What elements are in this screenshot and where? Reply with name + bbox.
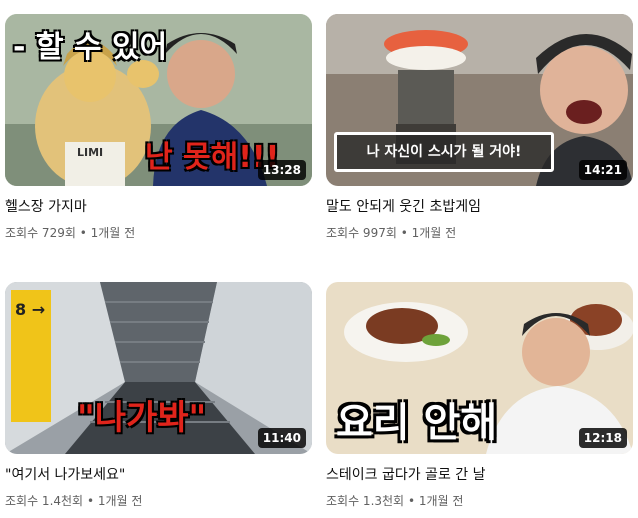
- duration-badge: 14:21: [578, 160, 627, 180]
- video-title[interactable]: 헬스장 가지마: [5, 198, 312, 217]
- caption-box: 나 자신이 스시가 될 거야!: [334, 132, 554, 172]
- video-title[interactable]: 스테이크 굽다가 골로 간 날: [326, 466, 633, 485]
- view-count: 조회수 729회: [5, 226, 76, 240]
- shirt-text: LIMI: [77, 146, 104, 159]
- upload-age: 1개월 전: [418, 494, 464, 508]
- overlay-text-top: - 할 수 있어: [13, 30, 168, 65]
- video-title[interactable]: 말도 안되게 웃긴 초밥게임: [326, 198, 633, 217]
- upload-age: 1개월 전: [97, 494, 143, 508]
- upload-age: 1개월 전: [90, 226, 136, 240]
- overlay-caption: 나 자신이 스시가 될 거야!: [366, 144, 522, 160]
- video-thumbnail[interactable]: 8 → "나가봐" 11:40: [5, 282, 312, 454]
- video-title[interactable]: "여기서 나가보세요": [5, 466, 312, 485]
- upload-age: 1개월 전: [411, 226, 457, 240]
- view-count: 조회수 997회: [326, 226, 397, 240]
- video-card[interactable]: 요리 안해 12:18 스테이크 굽다가 골로 간 날 조회수 1.3천회 • …: [326, 282, 633, 510]
- video-thumbnail[interactable]: 나 자신이 스시가 될 거야! 14:21: [326, 14, 633, 186]
- video-card[interactable]: 8 → "나가봐" 11:40 "여기서 나가보세요" 조회수 1.4천회 • …: [5, 282, 312, 510]
- meta-separator: •: [86, 494, 95, 508]
- video-meta: 조회수 1.4천회 • 1개월 전: [5, 493, 312, 510]
- video-card[interactable]: - 할 수 있어 LIMI 난 못해!!! 13:28 헬스장 가지마 조회수 …: [5, 14, 312, 242]
- sign-text: 8 →: [15, 300, 46, 319]
- video-thumbnail[interactable]: 요리 안해 12:18: [326, 282, 633, 454]
- video-meta: 조회수 1.3천회 • 1개월 전: [326, 493, 633, 510]
- duration-badge: 12:18: [578, 428, 627, 448]
- video-meta: 조회수 729회 • 1개월 전: [5, 225, 312, 242]
- meta-separator: •: [407, 494, 416, 508]
- overlay-text: 요리 안해: [336, 400, 498, 446]
- view-count: 조회수 1.3천회: [326, 494, 405, 508]
- duration-badge: 13:28: [257, 160, 306, 180]
- video-meta: 조회수 997회 • 1개월 전: [326, 225, 633, 242]
- video-thumbnail[interactable]: - 할 수 있어 LIMI 난 못해!!! 13:28: [5, 14, 312, 186]
- view-count: 조회수 1.4천회: [5, 494, 84, 508]
- overlay-text: "나가봐": [77, 398, 207, 438]
- meta-separator: •: [79, 226, 87, 240]
- video-card[interactable]: 나 자신이 스시가 될 거야! 14:21 말도 안되게 웃긴 초밥게임 조회수…: [326, 14, 633, 242]
- meta-separator: •: [400, 226, 408, 240]
- duration-badge: 11:40: [257, 428, 306, 448]
